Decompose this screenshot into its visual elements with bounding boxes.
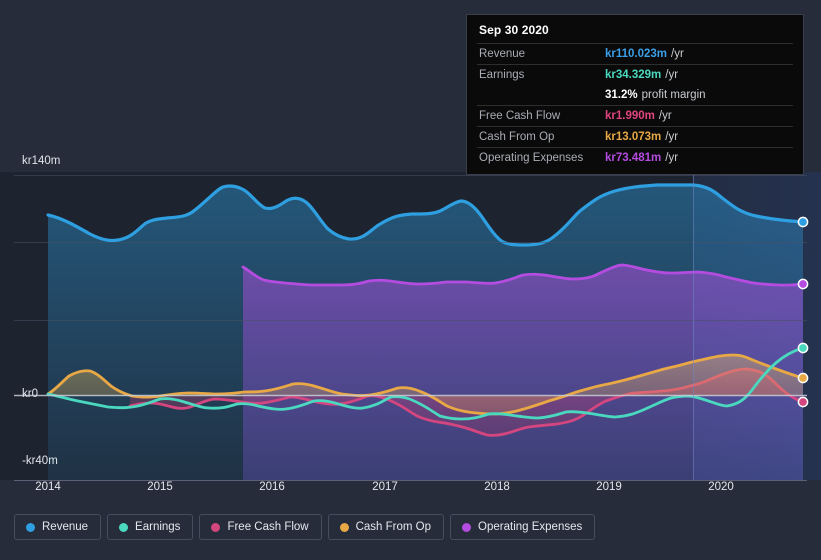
legend-label-cash-from-op: Cash From Op [355, 521, 432, 533]
y-axis-label-bottom: -kr40m [22, 455, 58, 467]
y-axis-label-top: kr140m [22, 155, 61, 167]
legend-item-operating-expenses[interactable]: Operating Expenses [450, 514, 596, 540]
tooltip-value-earnings: kr34.329m [605, 69, 662, 81]
legend-label-operating-expenses: Operating Expenses [478, 521, 583, 533]
tooltip-unit-profit-margin: profit margin [641, 89, 706, 101]
tooltip-unit-revenue: /yr [671, 48, 684, 60]
legend-item-earnings[interactable]: Earnings [107, 514, 194, 540]
x-axis-label-2015: 2015 [147, 481, 173, 493]
tooltip-date: Sep 30 2020 [479, 23, 549, 37]
tooltip-label-operating-expenses: Operating Expenses [479, 152, 584, 164]
tooltip-row-profit-margin: 31.2% profit margin [477, 85, 793, 105]
tooltip-unit-cash-from-op: /yr [665, 131, 679, 143]
tooltip-row-earnings: Earnings kr34.329m /yr [477, 64, 793, 85]
tooltip-label-earnings: Earnings [479, 69, 525, 81]
tooltip-value-revenue: kr110.023m [605, 48, 668, 60]
financial-area-chart: kr140m kr0 -kr40m 2014 2015 2016 2017 20… [0, 0, 821, 560]
tooltip-unit-operating-expenses: /yr [665, 152, 679, 164]
tooltip-row-revenue: Revenue kr110.023m /yr [477, 43, 793, 64]
tooltip-value-profit-margin: 31.2% [605, 89, 638, 101]
y-axis-label-zero: kr0 [22, 388, 38, 400]
legend-item-revenue[interactable]: Revenue [14, 514, 102, 540]
legend-item-free-cash-flow[interactable]: Free Cash Flow [199, 514, 322, 540]
legend-label-revenue: Revenue [42, 521, 89, 533]
tooltip-row-free-cash-flow: Free Cash Flow kr1.990m /yr [477, 105, 793, 126]
legend-swatch-revenue-icon [26, 522, 35, 532]
x-axis-label-2014: 2014 [35, 481, 61, 493]
legend-swatch-earnings-icon [119, 522, 129, 532]
tooltip-label-free-cash-flow: Free Cash Flow [479, 110, 561, 122]
legend-label-free-cash-flow: Free Cash Flow [227, 521, 309, 533]
legend-item-cash-from-op[interactable]: Cash From Op [327, 514, 445, 540]
tooltip-unit-free-cash-flow: /yr [658, 110, 672, 122]
chart-tooltip: Sep 30 2020 Revenue kr110.023m /yr Earni… [466, 14, 804, 175]
chart-legend: Revenue Earnings Free Cash Flow Cash Fro… [14, 514, 596, 540]
tooltip-value-free-cash-flow: kr1.990m [605, 110, 655, 122]
x-axis-label-2019: 2019 [596, 481, 622, 493]
legend-swatch-free-cash-flow-icon [211, 522, 221, 532]
tooltip-row-cash-from-op: Cash From Op kr13.073m /yr [477, 126, 793, 147]
legend-label-earnings: Earnings [135, 521, 181, 533]
x-axis-label-2020: 2020 [708, 481, 734, 493]
tooltip-label-cash-from-op: Cash From Op [479, 131, 555, 143]
endpoint-revenue [797, 216, 809, 228]
endpoint-cash-from-op [797, 372, 809, 384]
tooltip-unit-earnings: /yr [665, 69, 679, 81]
tooltip-value-cash-from-op: kr13.073m [605, 131, 662, 143]
x-axis-label-2018: 2018 [484, 481, 510, 493]
endpoint-earnings [797, 342, 809, 354]
tooltip-value-operating-expenses: kr73.481m [605, 152, 662, 164]
tooltip-row-operating-expenses: Operating Expenses kr73.481m /yr [477, 147, 793, 168]
legend-swatch-operating-expenses-icon [462, 522, 472, 532]
endpoint-free-cash-flow [797, 396, 809, 408]
x-axis-label-2017: 2017 [372, 481, 398, 493]
legend-swatch-cash-from-op-icon [339, 522, 349, 532]
tooltip-label-revenue: Revenue [479, 48, 526, 60]
endpoint-operating-expenses [797, 278, 809, 290]
x-axis-label-2016: 2016 [259, 481, 285, 493]
